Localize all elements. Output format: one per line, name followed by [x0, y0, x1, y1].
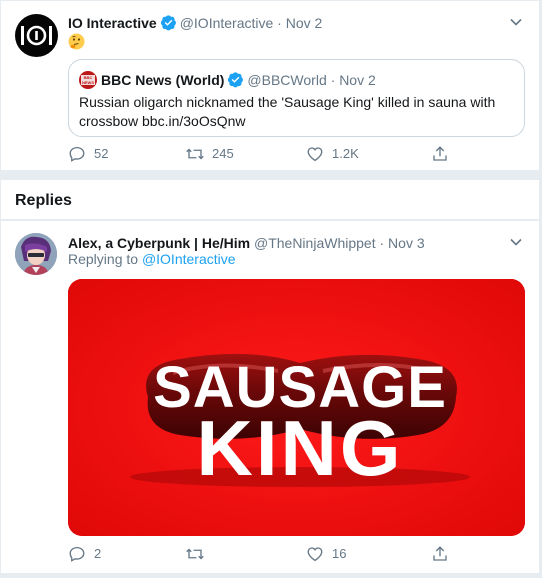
like-count: 16 [332, 546, 347, 561]
retweet-count: 245 [212, 146, 234, 161]
sausage-king-graphic: SAUSAGE KING [68, 279, 525, 536]
quote-date: Nov 2 [339, 72, 376, 88]
chevron-down-icon[interactable] [509, 235, 523, 249]
quote-author-handle: @BBCWorld [247, 72, 327, 88]
replies-title: Replies [15, 192, 72, 209]
reply-count: 2 [94, 546, 102, 561]
reply-author-handle[interactable]: @TheNinjaWhippet [254, 235, 376, 251]
io-interactive-avatar[interactable] [15, 14, 58, 57]
replying-to-line: Replying to @IOInteractive [68, 249, 236, 269]
replying-to-link[interactable]: @IOInteractive [142, 251, 236, 267]
sausage-king-image[interactable]: SAUSAGE KING [68, 279, 525, 536]
reply-date[interactable]: Nov 3 [388, 235, 425, 251]
retweet-icon [186, 148, 204, 160]
reply-tweet-card[interactable]: Alex, a Cyberpunk | He/Him @TheNinjaWhip… [0, 220, 540, 574]
author-handle[interactable]: @IOInteractive [180, 15, 274, 31]
chevron-down-icon[interactable] [509, 15, 523, 29]
tweet-actions: 52 245 1.2K [68, 144, 468, 164]
retweet-icon [186, 548, 204, 560]
tweet-date[interactable]: Nov 2 [286, 15, 323, 31]
quote-tweet[interactable]: BBC NEWS BBC News (World) @BBCWorld · Nov … [68, 59, 525, 137]
replying-prefix: Replying to [68, 251, 139, 267]
reply-author-avatar[interactable] [15, 233, 57, 275]
reply-actions: 2 16 [68, 544, 468, 564]
reply-count: 52 [94, 146, 109, 161]
reply-icon [69, 146, 85, 162]
like-icon [307, 147, 323, 162]
like-count: 1.2K [332, 146, 359, 161]
share-icon [433, 146, 447, 161]
cyberpunk-avatar-image [15, 233, 57, 275]
reply-icon [69, 546, 85, 562]
replies-section-header: Replies [0, 179, 540, 220]
share-icon [433, 546, 447, 561]
author-name[interactable]: IO Interactive [68, 15, 157, 31]
io-interactive-logo [21, 25, 52, 46]
quote-header: BBC News (World) @BBCWorld · Nov 2 [101, 72, 376, 88]
quote-author-name: BBC News (World) [101, 72, 225, 88]
verified-badge-icon [228, 72, 244, 88]
tweet-header: IO Interactive @IOInteractive · Nov 2 [68, 15, 323, 31]
bbc-news-logo: BBC NEWS [79, 71, 97, 89]
thinking-face-emoji [68, 33, 85, 50]
quote-text: Russian oligarch nicknamed the 'Sausage … [79, 94, 496, 129]
verified-badge-icon [160, 15, 176, 31]
like-icon [307, 547, 323, 562]
image-text-line2: KING [197, 404, 404, 492]
quoted-tweet-card[interactable]: IO Interactive @IOInteractive · Nov 2 BBC… [0, 0, 540, 171]
